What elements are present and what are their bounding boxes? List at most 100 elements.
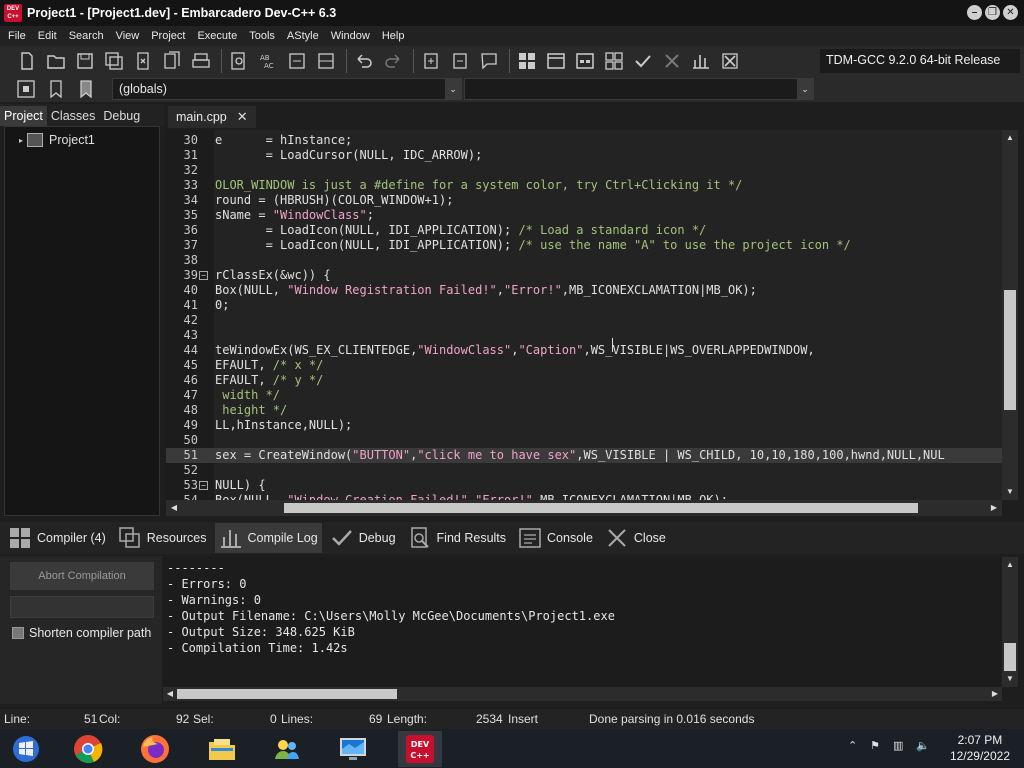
tab-main-cpp[interactable]: main.cpp ✕ <box>168 106 256 128</box>
code-line[interactable]: 36 = LoadIcon(NULL, IDI_APPLICATION); /*… <box>166 223 1002 238</box>
scroll-down-icon[interactable]: ▼ <box>1003 485 1017 499</box>
close-button[interactable]: ✕ <box>1003 5 1018 20</box>
editor-horizontal-scrollbar[interactable]: ◀ ▶ <box>166 500 1002 516</box>
comment-icon[interactable] <box>284 48 310 74</box>
abort-compilation-button[interactable]: Abort Compilation <box>10 562 154 590</box>
tab-resources[interactable]: Resources <box>114 523 211 553</box>
rebuild-icon[interactable] <box>601 48 627 74</box>
code-line[interactable]: 46 EFAULT, /* y */ <box>166 373 1002 388</box>
scroll-left-icon[interactable]: ◀ <box>167 501 181 515</box>
compile-log-output[interactable]: -------- - Errors: 0 - Warnings: 0 - Out… <box>163 557 1001 687</box>
save-icon[interactable] <box>72 48 98 74</box>
tab-find-results[interactable]: Find Results <box>404 523 510 553</box>
code-line[interactable]: 42 <box>166 313 1002 328</box>
goto-bookmark-icon[interactable] <box>74 78 98 100</box>
file-explorer-icon[interactable] <box>200 731 244 767</box>
tab-classes[interactable]: Classes <box>47 106 99 126</box>
volume-icon[interactable]: 🔈 <box>916 739 930 752</box>
indent-icon[interactable] <box>313 48 339 74</box>
code-line[interactable]: 51 sex = CreateWindow("BUTTON","click me … <box>166 448 1002 463</box>
stop-execution-icon[interactable] <box>659 48 685 74</box>
open-folder-icon[interactable] <box>43 48 69 74</box>
editor-vertical-scrollbar[interactable]: ▲ ▼ <box>1002 130 1018 500</box>
code-line[interactable]: 52 <box>166 463 1002 478</box>
code-line[interactable]: 31 = LoadCursor(NULL, IDC_ARROW); <box>166 148 1002 163</box>
compile-run-icon[interactable] <box>572 48 598 74</box>
code-line[interactable]: 32 <box>166 163 1002 178</box>
code-line[interactable]: 34 round = (HBRUSH)(COLOR_WINDOW+1); <box>166 193 1002 208</box>
shorten-compiler-path-checkbox[interactable]: Shorten compiler path <box>12 626 151 640</box>
print-icon[interactable] <box>188 48 214 74</box>
code-line[interactable]: 54 Box(NULL, "Window Creation Failed!","E… <box>166 493 1002 500</box>
code-line[interactable]: 47 width */ <box>166 388 1002 403</box>
windows-start-icon[interactable] <box>4 731 48 767</box>
scroll-thumb[interactable] <box>1004 643 1016 671</box>
menu-execute[interactable]: Execute <box>193 30 245 42</box>
code-line[interactable]: 37 = LoadIcon(NULL, IDI_APPLICATION); /*… <box>166 238 1002 253</box>
network-icon[interactable]: ▥ <box>893 739 903 752</box>
code-line[interactable]: 45 EFAULT, /* x */ <box>166 358 1002 373</box>
close-file-icon[interactable] <box>130 48 156 74</box>
code-line[interactable]: 43 <box>166 328 1002 343</box>
minimize-button[interactable]: – <box>967 5 982 20</box>
scroll-thumb[interactable] <box>177 689 397 699</box>
menu-tools[interactable]: Tools <box>245 30 283 42</box>
new-project-icon[interactable] <box>418 48 444 74</box>
show-hidden-icons-icon[interactable]: ⌃ <box>848 739 857 752</box>
new-file-icon[interactable] <box>14 48 40 74</box>
save-all-icon[interactable] <box>101 48 127 74</box>
code-line[interactable]: 44 teWindowEx(WS_EX_CLIENTEDGE,"WindowCla… <box>166 343 1002 358</box>
project-options-icon[interactable] <box>476 48 502 74</box>
menu-astyle[interactable]: AStyle <box>283 30 327 42</box>
scroll-thumb[interactable] <box>1004 290 1016 410</box>
menu-search[interactable]: Search <box>65 30 112 42</box>
tab-debug[interactable]: Debug <box>326 523 400 553</box>
devcpp-app-icon[interactable]: DEV C++ <box>4 4 22 22</box>
restore-button[interactable]: ❐ <box>985 5 1000 20</box>
people-app-icon[interactable] <box>265 731 309 767</box>
member-combo[interactable]: ⌄ <box>464 78 814 100</box>
clock[interactable]: 2:07 PM 12/29/2022 <box>950 732 1010 764</box>
tab-console[interactable]: Console <box>514 523 597 553</box>
code-line[interactable]: 49 LL,hInstance,NULL); <box>166 418 1002 433</box>
remote-desktop-icon[interactable] <box>331 731 375 767</box>
code-line[interactable]: 40 Box(NULL, "Window Registration Failed!… <box>166 283 1002 298</box>
scroll-up-icon[interactable]: ▲ <box>1003 131 1017 145</box>
log-horizontal-scrollbar[interactable]: ◀ ▶ <box>163 687 1002 701</box>
find-icon[interactable] <box>226 48 252 74</box>
scroll-up-icon[interactable]: ▲ <box>1003 558 1017 572</box>
replace-icon[interactable]: AB AC <box>255 48 281 74</box>
chevron-down-icon[interactable]: ⌄ <box>445 79 461 99</box>
scroll-left-icon[interactable]: ◀ <box>163 687 177 701</box>
menu-project[interactable]: Project <box>147 30 193 42</box>
menu-file[interactable]: File <box>4 30 34 42</box>
close-all-icon[interactable] <box>159 48 185 74</box>
code-line[interactable]: 53− NULL) { <box>166 478 1002 493</box>
syntax-check-icon[interactable] <box>630 48 656 74</box>
insert-icon[interactable] <box>14 78 38 100</box>
profile-icon[interactable] <box>688 48 714 74</box>
code-editor[interactable]: 30 e = hInstance; 31 = LoadCursor(NULL, ID… <box>166 130 1002 500</box>
scroll-thumb[interactable] <box>284 503 918 513</box>
code-line[interactable]: 38 <box>166 253 1002 268</box>
firefox-icon[interactable] <box>133 731 177 767</box>
expand-arrow-icon[interactable]: ▸ <box>19 136 23 145</box>
tree-item-project1[interactable]: ▸ Project1 <box>19 133 95 147</box>
code-line[interactable]: 35 sName = "WindowClass"; <box>166 208 1002 223</box>
menu-edit[interactable]: Edit <box>34 30 65 42</box>
tab-compile-log[interactable]: Compile Log <box>214 523 322 553</box>
devcpp-taskbar-icon[interactable]: DEV C++ <box>398 731 442 767</box>
tab-project[interactable]: Project <box>0 106 47 126</box>
scroll-right-icon[interactable]: ▶ <box>988 687 1002 701</box>
tab-debug[interactable]: Debug <box>99 106 144 126</box>
fold-collapse-icon[interactable]: − <box>199 481 208 490</box>
code-line[interactable]: 48 height */ <box>166 403 1002 418</box>
undo-icon[interactable] <box>351 48 377 74</box>
menu-help[interactable]: Help <box>378 30 413 42</box>
code-line[interactable]: 39− rClassEx(&wc)) { <box>166 268 1002 283</box>
checkbox[interactable] <box>12 627 24 639</box>
code-line[interactable]: 50 <box>166 433 1002 448</box>
scroll-right-icon[interactable]: ▶ <box>987 501 1001 515</box>
menu-window[interactable]: Window <box>327 30 378 42</box>
tab-compiler[interactable]: Compiler (4) <box>4 523 110 553</box>
